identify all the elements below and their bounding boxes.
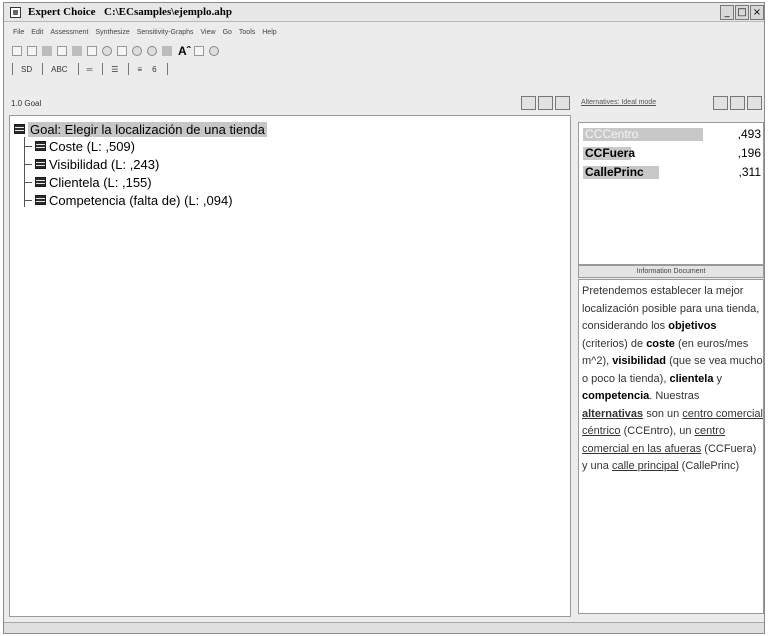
information-document-header: Information Document <box>578 265 764 278</box>
tree-header: 1.0 Goal <box>9 96 571 113</box>
alternative-priority: ,493 <box>737 127 761 141</box>
print-icon[interactable] <box>72 46 82 56</box>
information-document[interactable]: Pretendemos establecer la mejor localiza… <box>578 279 764 614</box>
criterion-node-icon <box>35 177 46 187</box>
alternative-row[interactable]: CCFuera ,196 <box>583 146 761 161</box>
toolbar-separator <box>166 63 168 75</box>
view-toolbar: SD ABC ═ ☰ ≡ 6 <box>12 61 176 77</box>
goal-node-icon <box>14 124 25 134</box>
tool-sd[interactable]: SD <box>21 65 32 74</box>
goal-label: Goal: Elegir la localización de una tien… <box>28 121 267 137</box>
window-title-app: Expert Choice <box>28 6 96 18</box>
maximize-button[interactable]: □ <box>735 5 749 20</box>
tree-header-label: 1.0 Goal <box>11 99 42 108</box>
title-bar[interactable]: Expert Choice C:\ECsamples\ejemplo.ahp _… <box>4 3 764 22</box>
toolbar-separator <box>12 63 13 75</box>
tool-abc[interactable]: ABC <box>51 65 67 74</box>
tree-view-icon[interactable] <box>521 96 536 110</box>
close-button[interactable]: × <box>750 5 764 20</box>
main-toolbar: Aˆ <box>12 43 224 59</box>
alternatives-mode-link[interactable]: Alternatives: Ideal mode <box>581 99 656 106</box>
alternative-row[interactable]: CallePrinc ,311 <box>583 165 761 180</box>
hierarchy-tree[interactable]: Goal: Elegir la localización de una tien… <box>9 115 571 617</box>
app-icon[interactable] <box>10 7 21 18</box>
menu-go[interactable]: Go <box>223 26 232 41</box>
menu-sensitivity-graphs[interactable]: Sensitivity-Graphs <box>137 26 194 41</box>
tree-node-visibilidad[interactable]: Visibilidad (L: ,243) <box>24 156 159 172</box>
tree-node-label: Visibilidad (L: ,243) <box>49 156 160 172</box>
new-file-icon[interactable] <box>12 46 22 56</box>
font-icon[interactable]: Aˆ <box>178 45 191 57</box>
alternative-name: CallePrinc <box>585 165 644 179</box>
compare-icon[interactable] <box>208 46 219 56</box>
status-bar <box>4 622 764 633</box>
find-icon[interactable] <box>132 46 142 56</box>
alternatives-pane: CCCentro ,493 CCFuera ,196 CallePrinc ,3… <box>578 122 764 265</box>
menu-file[interactable]: File <box>13 26 24 41</box>
add-node-icon[interactable] <box>102 46 112 56</box>
menu-tools[interactable]: Tools <box>239 26 255 41</box>
criterion-node-icon <box>35 141 46 151</box>
menu-synthesize[interactable]: Synthesize <box>95 26 129 41</box>
menu-help[interactable]: Help <box>262 26 276 41</box>
alternatives-header: Alternatives: Ideal mode <box>578 96 764 113</box>
delete-node-icon[interactable] <box>117 46 127 56</box>
toolbar-separator <box>102 63 104 75</box>
tree-options-icon[interactable] <box>555 96 570 110</box>
alternative-row[interactable]: CCCentro ,493 <box>583 127 761 142</box>
menu-assessment[interactable]: Assessment <box>50 26 88 41</box>
menu-bar: File Edit Assessment Synthesize Sensitiv… <box>4 26 284 41</box>
minimize-button[interactable]: _ <box>720 5 734 20</box>
tool-list[interactable]: ☰ <box>111 65 118 74</box>
open-file-icon[interactable] <box>27 46 37 56</box>
alternative-name: CCFuera <box>585 146 636 160</box>
tree-node-competencia[interactable]: Competencia (falta de) (L: ,094) <box>24 192 233 208</box>
zoom-icon[interactable] <box>147 46 157 56</box>
criterion-node-icon <box>35 195 46 205</box>
tool-menu[interactable]: ≡ <box>137 65 142 74</box>
tree-node-label: Competencia (falta de) (L: ,094) <box>49 192 233 208</box>
alternatives-header-icons <box>711 96 762 110</box>
edit-icon[interactable] <box>57 46 67 56</box>
menu-edit[interactable]: Edit <box>31 26 43 41</box>
link-calle-principal[interactable]: calle principal <box>612 460 679 472</box>
tree-layout-icon[interactable] <box>538 96 553 110</box>
save-icon[interactable] <box>42 46 52 56</box>
tree-header-icons <box>519 96 570 110</box>
information-text: Pretendemos establecer la mejor localiza… <box>582 285 763 472</box>
copy-icon[interactable] <box>87 46 97 56</box>
toolbar-separator <box>128 63 130 75</box>
pencil-icon[interactable] <box>193 46 204 56</box>
tree-node-coste[interactable]: Coste (L: ,509) <box>24 138 135 154</box>
tree-node-clientela[interactable]: Clientela (L: ,155) <box>24 174 152 190</box>
tree-node-label: Clientela (L: ,155) <box>49 174 152 190</box>
app-window: Expert Choice C:\ECsamples\ejemplo.ahp _… <box>3 2 765 634</box>
tree-goal-node[interactable]: Goal: Elegir la localización de una tien… <box>14 121 267 137</box>
toolbar-separator <box>42 63 44 75</box>
synthesize-icon[interactable] <box>162 46 172 56</box>
alternative-name: CCCentro <box>585 127 639 141</box>
sort-icon[interactable] <box>713 96 728 110</box>
menu-view[interactable]: View <box>201 26 216 41</box>
criterion-node-icon <box>35 159 46 169</box>
graph-icon[interactable] <box>747 96 762 110</box>
tree-node-label: Coste (L: ,509) <box>49 138 135 154</box>
tool-six[interactable]: 6 <box>152 65 156 74</box>
alternative-priority: ,196 <box>737 146 761 160</box>
alternative-priority: ,311 <box>738 165 761 179</box>
tool-lines[interactable]: ═ <box>87 65 93 74</box>
window-title-path: C:\ECsamples\ejemplo.ahp <box>104 6 233 18</box>
window-controls: _ □ × <box>719 5 764 21</box>
normalize-icon[interactable] <box>730 96 745 110</box>
toolbar-separator <box>77 63 79 75</box>
